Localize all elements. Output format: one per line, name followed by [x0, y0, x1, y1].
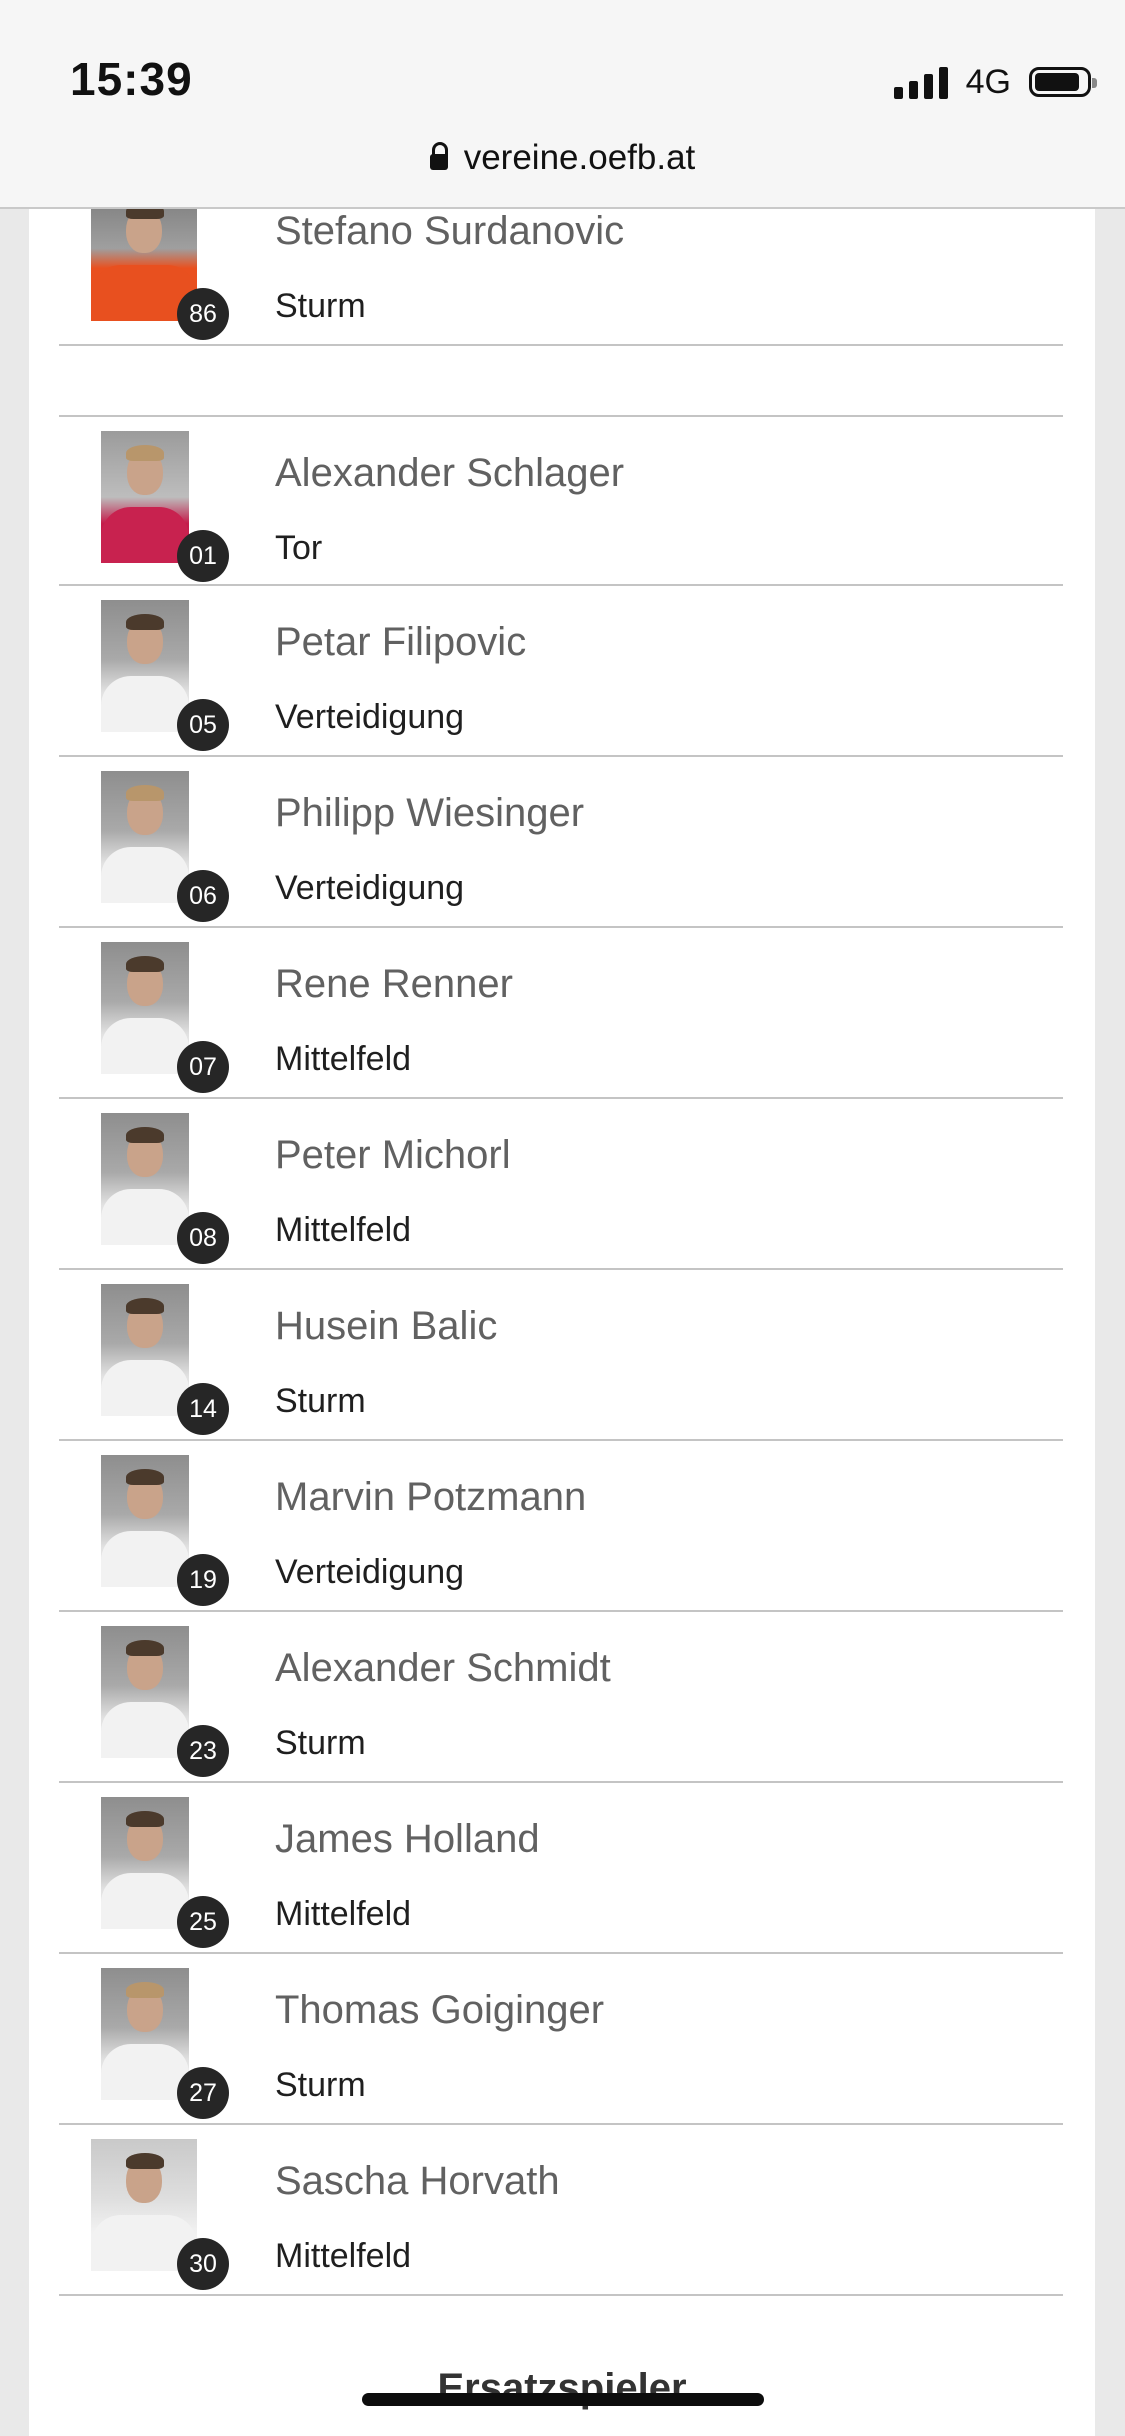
player-position: Mittelfeld: [275, 1211, 412, 1249]
jersey-number-badge: 30: [177, 2238, 229, 2290]
player-position: Mittelfeld: [275, 2237, 412, 2275]
home-indicator[interactable]: [362, 2393, 764, 2406]
jersey-number-badge: 01: [177, 530, 229, 582]
status-time: 15:39: [70, 53, 193, 105]
player-row[interactable]: 06 Philipp Wiesinger Verteidigung: [59, 757, 1063, 928]
player-row[interactable]: 08 Peter Michorl Mittelfeld: [59, 1099, 1063, 1270]
player-name: James Holland: [275, 1817, 540, 1861]
player-position: Verteidigung: [275, 869, 465, 907]
player-name: Thomas Goiginger: [275, 1988, 605, 2032]
jersey-number-badge: 05: [177, 699, 229, 751]
player-photo: [101, 942, 189, 1074]
player-name: Stefano Surdanovic: [275, 209, 625, 253]
jersey-number-badge: 23: [177, 1725, 229, 1777]
player-row[interactable]: 25 James Holland Mittelfeld: [59, 1783, 1063, 1954]
player-photo: [101, 600, 189, 732]
lock-icon: [429, 142, 448, 170]
player-position: Tor: [275, 529, 323, 567]
player-name: Petar Filipovic: [275, 620, 527, 664]
address-bar[interactable]: vereine.oefb.at: [0, 138, 1125, 178]
player-position: Mittelfeld: [275, 1895, 412, 1933]
jersey-number-badge: 14: [177, 1383, 229, 1435]
player-photo: [101, 771, 189, 903]
player-position: Mittelfeld: [275, 1040, 412, 1078]
player-photo: [101, 1626, 189, 1758]
jersey-number-badge: 06: [177, 870, 229, 922]
player-name: Marvin Potzmann: [275, 1475, 587, 1519]
jersey-number-badge: 27: [177, 2067, 229, 2119]
player-row[interactable]: 19 Marvin Potzmann Verteidigung: [59, 1441, 1063, 1612]
browser-top-bar: 15:39 4G vereine.oefb.at: [0, 0, 1125, 209]
jersey-number-badge: 25: [177, 1896, 229, 1948]
player-photo: [101, 1284, 189, 1416]
battery-icon: [1029, 67, 1097, 97]
player-position: Sturm: [275, 1382, 366, 1420]
player-photo: [101, 1797, 189, 1929]
player-row[interactable]: 05 Petar Filipovic Verteidigung: [59, 586, 1063, 757]
player-photo: [101, 1455, 189, 1587]
player-row[interactable]: 07 Rene Renner Mittelfeld: [59, 928, 1063, 1099]
player-row[interactable]: 23 Alexander Schmidt Sturm: [59, 1612, 1063, 1783]
player-position: Sturm: [275, 1724, 366, 1762]
player-name: Husein Balic: [275, 1304, 498, 1348]
player-position: Sturm: [275, 2066, 366, 2104]
player-position: Sturm: [275, 287, 366, 325]
player-name: Sascha Horvath: [275, 2159, 560, 2203]
player-photo: [101, 431, 189, 563]
player-name: Philipp Wiesinger: [275, 791, 585, 835]
player-row[interactable]: 14 Husein Balic Sturm: [59, 1270, 1063, 1441]
player-row[interactable]: 30 Sascha Horvath Mittelfeld: [59, 2125, 1063, 2296]
network-type: 4G: [965, 62, 1011, 101]
player-photo: [101, 1113, 189, 1245]
cellular-signal-icon: [893, 65, 948, 99]
player-photo: [101, 1968, 189, 2100]
jersey-number-badge: 19: [177, 1554, 229, 1606]
jersey-number-badge: 08: [177, 1212, 229, 1264]
jersey-number-badge: 86: [177, 288, 229, 340]
player-row[interactable]: 27 Thomas Goiginger Sturm: [59, 1954, 1063, 2125]
player-name: Alexander Schmidt: [275, 1646, 611, 1690]
player-row[interactable]: 01 Alexander Schlager Tor: [59, 415, 1063, 586]
player-name: Alexander Schlager: [275, 451, 625, 495]
player-position: Verteidigung: [275, 698, 465, 736]
status-indicators: 4G: [893, 62, 1097, 102]
player-position: Verteidigung: [275, 1553, 465, 1591]
player-name: Peter Michorl: [275, 1133, 511, 1177]
jersey-number-badge: 07: [177, 1041, 229, 1093]
player-name: Rene Renner: [275, 962, 513, 1006]
url-text: vereine.oefb.at: [463, 138, 696, 177]
squad-list: 86 Stefano Surdanovic Sturm 01 Alexander…: [29, 189, 1095, 2436]
